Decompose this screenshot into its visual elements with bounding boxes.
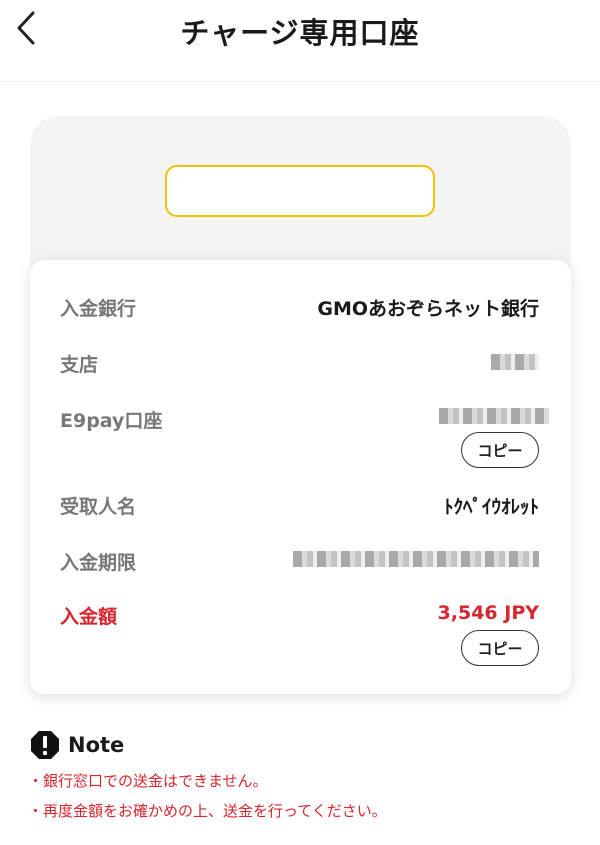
copy-account-button[interactable]: コピー (461, 432, 539, 468)
recipient-label: 受取人名 (60, 496, 137, 518)
note-header: Note (30, 730, 124, 760)
branch-value-redacted (491, 354, 539, 370)
recipient-value: ﾄｸﾍﾟｲｳｵﾚｯﾄ (443, 496, 539, 518)
note-title: Note (68, 733, 125, 757)
alert-octagon-icon (31, 731, 59, 759)
deadline-label: 入金期限 (60, 552, 137, 574)
branch-label: 支店 (60, 354, 99, 376)
deadline-value-redacted (293, 551, 539, 567)
note-item: ・銀行窓口での送金はできません。 (28, 772, 268, 790)
bank-name-value: GMOあおぞらネット銀行 (317, 298, 539, 320)
account-number-value-redacted (439, 408, 549, 424)
account-number-label: E9pay口座 (60, 410, 163, 432)
account-details-card: 入金銀行 GMOあおぞらネット銀行 支店 E9pay口座 コピー 受取人名 ﾄｸ… (30, 260, 571, 694)
highlight-box (165, 165, 435, 217)
app-header: チャージ専用口座 (0, 0, 600, 82)
amount-label: 入金額 (60, 606, 118, 628)
bank-name-label: 入金銀行 (60, 298, 137, 320)
amount-value: 3,546 JPY (437, 602, 539, 624)
page-title: チャージ専用口座 (180, 16, 420, 50)
note-item: ・再度金額をお確かめの上、送金を行ってください。 (28, 802, 387, 820)
copy-amount-button[interactable]: コピー (461, 630, 539, 666)
